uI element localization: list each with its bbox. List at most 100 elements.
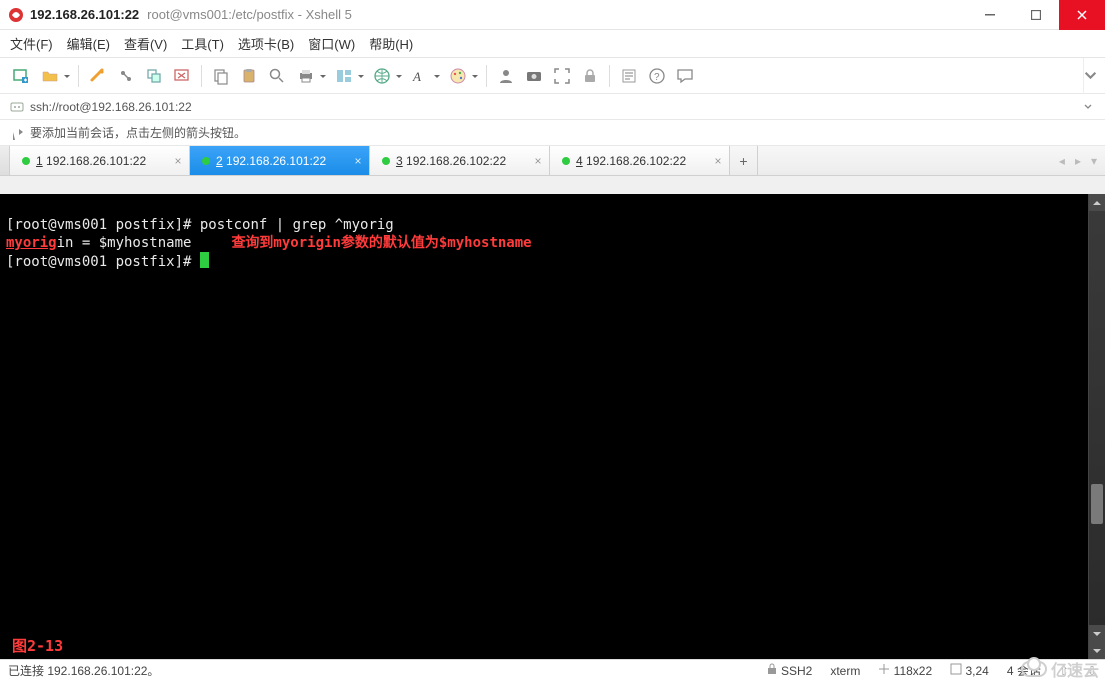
menu-view[interactable]: 查看(V) — [124, 34, 167, 53]
font-button[interactable]: A — [406, 63, 442, 89]
find-button[interactable] — [264, 63, 290, 89]
scroll-down-icon[interactable] — [1089, 625, 1105, 642]
new-session-button[interactable] — [8, 63, 34, 89]
tabs-handle[interactable] — [0, 146, 10, 175]
status-dot-icon — [22, 157, 30, 165]
feedback-button[interactable] — [672, 63, 698, 89]
tab-2[interactable]: 2 192.168.26.101:22 × — [190, 146, 370, 175]
command-text: postconf | grep ^myorig — [200, 217, 394, 233]
tab-3[interactable]: 3 192.168.26.102:22 × — [370, 146, 550, 175]
status-pos: 3,24 — [950, 663, 989, 678]
tab-label: 192.168.26.101:22 — [46, 154, 146, 168]
tabs-nav: ◂ ▸ ▾ — [1059, 146, 1105, 175]
figure-label: 图2-13 — [12, 637, 63, 655]
terminal[interactable]: [root@vms001 postfix]# postconf | grep ^… — [0, 194, 1088, 659]
toolbar-separator — [78, 65, 79, 87]
paste-button[interactable] — [236, 63, 262, 89]
menu-help[interactable]: 帮助(H) — [369, 34, 413, 53]
ssh-link-icon — [10, 100, 24, 114]
caret-pos-icon — [950, 663, 962, 675]
window-controls — [967, 0, 1105, 30]
menu-file[interactable]: 文件(F) — [10, 34, 53, 53]
svg-text:A: A — [412, 69, 421, 84]
tab-num: 3 — [396, 154, 403, 168]
output-text: in = $myhostname — [57, 235, 192, 251]
copy-button[interactable] — [208, 63, 234, 89]
tab-close-icon[interactable]: × — [351, 154, 365, 168]
add-tab-button[interactable]: + — [730, 146, 758, 175]
print-button[interactable] — [292, 63, 328, 89]
log-button[interactable] — [616, 63, 642, 89]
menu-tabs[interactable]: 选项卡(B) — [238, 34, 294, 53]
disconnect-button[interactable] — [169, 63, 195, 89]
status-sessions: 4 会话 — [1007, 662, 1041, 679]
tab-label: 192.168.26.101:22 — [226, 154, 326, 168]
address-overflow[interactable] — [1081, 89, 1095, 125]
maximize-button[interactable] — [1013, 0, 1059, 30]
tab-4[interactable]: 4 192.168.26.102:22 × — [550, 146, 730, 175]
tab-prev-icon[interactable]: ◂ — [1059, 154, 1065, 168]
session-tabs: 1 192.168.26.101:22 × 2 192.168.26.101:2… — [0, 146, 1105, 176]
minimize-button[interactable] — [967, 0, 1013, 30]
tab-close-icon[interactable]: × — [171, 154, 185, 168]
tab-close-icon[interactable]: × — [711, 154, 725, 168]
layout-button[interactable] — [330, 63, 366, 89]
cursor — [200, 252, 209, 268]
tab-next-icon[interactable]: ▸ — [1075, 154, 1081, 168]
tab-close-icon[interactable]: × — [531, 154, 545, 168]
encoding-button[interactable] — [368, 63, 404, 89]
screenshot-button[interactable] — [521, 63, 547, 89]
status-size: 118x22 — [878, 663, 932, 678]
hint-bar: 要添加当前会话，点击左侧的箭头按钮。 — [0, 120, 1105, 146]
title-ip: 192.168.26.101:22 — [30, 7, 139, 22]
fullscreen-button[interactable] — [549, 63, 575, 89]
menu-tools[interactable]: 工具(T) — [181, 34, 224, 53]
tab-num: 1 — [36, 154, 43, 168]
terminal-scrollbar[interactable] — [1088, 194, 1105, 659]
tab-label: 192.168.26.102:22 — [406, 154, 506, 168]
status-connected: 已连接 192.168.26.101:22。 — [8, 662, 159, 679]
status-dot-icon — [202, 157, 210, 165]
title-path: root@vms001:/etc/postfix - Xshell 5 — [147, 7, 352, 22]
status-up-icon[interactable]: ⇧ — [1059, 664, 1069, 678]
svg-text:?: ? — [654, 72, 660, 83]
reconnect-button[interactable] — [85, 63, 111, 89]
statusbar: 已连接 192.168.26.101:22。 SSH2 xterm 118x22… — [0, 659, 1105, 681]
menu-edit[interactable]: 编辑(E) — [67, 34, 110, 53]
connect-button[interactable] — [113, 63, 139, 89]
lock-button[interactable] — [577, 63, 603, 89]
output-highlight: myorig — [6, 235, 57, 251]
prompt: [root@vms001 postfix]# — [6, 254, 200, 270]
address-bar: ssh://root@192.168.26.101:22 — [0, 94, 1105, 120]
app-icon — [8, 7, 24, 23]
address-text[interactable]: ssh://root@192.168.26.101:22 — [30, 100, 192, 114]
status-ssh: SSH2 — [766, 663, 813, 678]
status-term: xterm — [830, 664, 860, 678]
tab-1[interactable]: 1 192.168.26.101:22 × — [10, 146, 190, 175]
annotation-text: 查询到myorigin参数的默认值为$myhostname — [231, 235, 531, 251]
help-button[interactable]: ? — [644, 63, 670, 89]
size-icon — [878, 663, 890, 675]
toolbar-separator — [486, 65, 487, 87]
open-button[interactable] — [36, 63, 72, 89]
status-dot-icon — [382, 157, 390, 165]
toolbar-separator — [201, 65, 202, 87]
menubar: 文件(F) 编辑(E) 查看(V) 工具(T) 选项卡(B) 窗口(W) 帮助(… — [0, 30, 1105, 58]
hint-text: 要添加当前会话，点击左侧的箭头按钮。 — [30, 124, 246, 141]
tab-num: 2 — [216, 154, 223, 168]
titlebar: 192.168.26.101:22 root@vms001:/etc/postf… — [0, 0, 1105, 30]
scroll-up-icon[interactable] — [1089, 194, 1105, 211]
close-button[interactable] — [1059, 0, 1105, 30]
user-button[interactable] — [493, 63, 519, 89]
status-down-icon[interactable]: ⇩ — [1087, 664, 1097, 678]
tab-num: 4 — [576, 154, 583, 168]
toolbar-separator — [609, 65, 610, 87]
duplicate-button[interactable] — [141, 63, 167, 89]
toolbar: A ? — [0, 58, 1105, 94]
scroll-thumb[interactable] — [1091, 484, 1103, 524]
tab-menu-icon[interactable]: ▾ — [1091, 154, 1097, 168]
hint-arrow-icon[interactable] — [10, 126, 24, 140]
color-scheme-button[interactable] — [444, 63, 480, 89]
scroll-down2-icon[interactable] — [1089, 642, 1105, 659]
menu-window[interactable]: 窗口(W) — [308, 34, 355, 53]
